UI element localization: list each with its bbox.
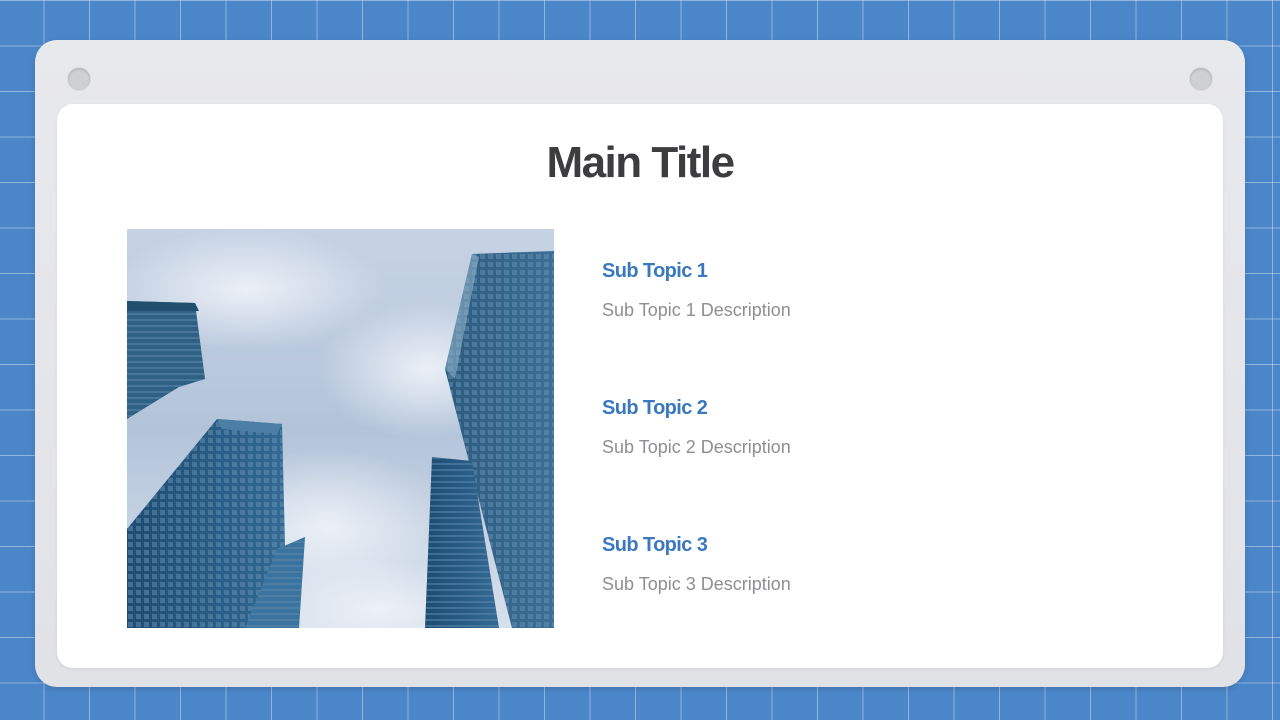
topic-item-1: Sub Topic 1 Sub Topic 1 Description (602, 260, 1002, 321)
slide-frame: Main Title Sub Topic 1 Sub Topic 1 Descr… (35, 40, 1245, 687)
main-title: Main Title (546, 138, 735, 187)
pin-right-icon (1190, 68, 1212, 90)
topic-title: Sub Topic 1 (602, 260, 708, 282)
topic-item-3: Sub Topic 3 Sub Topic 3 Description (602, 534, 1002, 595)
slide-card: Main Title Sub Topic 1 Sub Topic 1 Descr… (57, 104, 1223, 668)
topic-description: Sub Topic 1 Description (602, 300, 791, 320)
topic-description: Sub Topic 2 Description (602, 437, 791, 457)
pin-left-icon (68, 68, 90, 90)
topic-title: Sub Topic 2 (602, 397, 708, 419)
topic-title: Sub Topic 3 (602, 534, 708, 556)
topic-description: Sub Topic 3 Description (602, 574, 791, 594)
skyscrapers-photo (127, 229, 554, 628)
topic-item-2: Sub Topic 2 Sub Topic 2 Description (602, 397, 1002, 458)
